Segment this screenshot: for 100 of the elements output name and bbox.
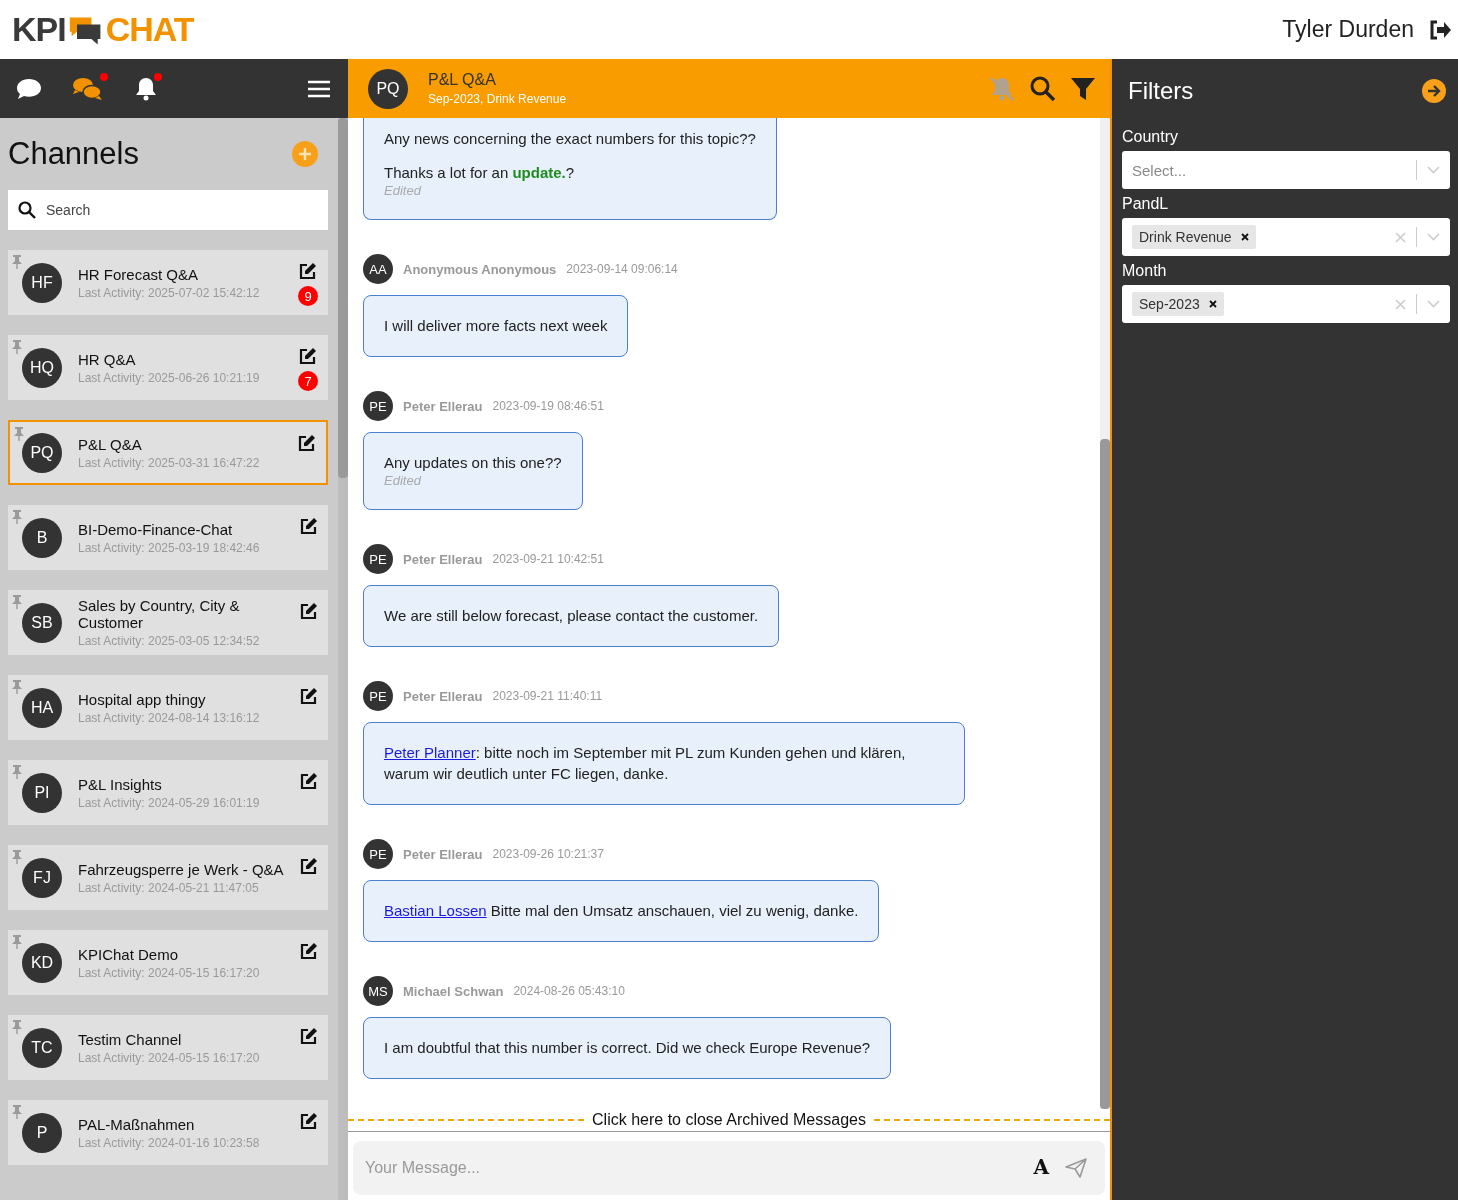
channel-item[interactable]: FJ Fahrzeugsperre je Werk - Q&A Last Activity: 2024-05-21 11:47:05 xyxy=(8,845,328,910)
remove-icon[interactable] xyxy=(1240,233,1249,241)
chevron-down-icon[interactable] xyxy=(1427,300,1440,308)
filter-select[interactable]: Sep-2023 xyxy=(1122,285,1450,323)
channel-item[interactable]: TC Testim Channel Last Activity: 2024-05-15 16:17:20 xyxy=(8,1015,328,1080)
author-avatar: PE xyxy=(363,391,393,421)
pin-icon[interactable] xyxy=(11,1104,23,1120)
filter-icon[interactable] xyxy=(1070,76,1096,101)
message-text: I am doubtful that this number is correct. Did we check Europe Revenue? xyxy=(384,1038,871,1058)
text-format-button[interactable]: A xyxy=(1033,1155,1049,1179)
search-field[interactable]: Search xyxy=(8,190,328,230)
pin-icon[interactable] xyxy=(11,764,23,780)
kpichat-logo: KPI CHAT xyxy=(12,10,194,49)
filter-label: Country xyxy=(1122,128,1180,146)
edit-icon[interactable] xyxy=(298,434,316,452)
arrow-right-icon[interactable] xyxy=(1422,78,1446,103)
filter-label: PandL xyxy=(1122,195,1170,213)
message-text: We are still below forecast, please contact the customer. xyxy=(384,606,759,626)
scrollbar-thumb[interactable] xyxy=(338,118,348,478)
author-name: Peter Ellerau xyxy=(403,551,483,567)
channel-avatar: HF xyxy=(22,262,62,303)
pin-icon[interactable] xyxy=(11,339,23,355)
pin-icon[interactable] xyxy=(11,594,23,610)
clear-icon[interactable] xyxy=(1395,298,1406,310)
last-activity: Last Activity: 2025-03-05 12:34:52 xyxy=(78,634,261,648)
message-time: 2023-09-21 11:40:11 xyxy=(492,689,603,703)
close-archived-link[interactable]: Click here to close Archived Messages xyxy=(592,1111,866,1129)
message-text: Any news concerning the exact numbers for this topic?? xyxy=(384,129,756,149)
channel-avatar: PI xyxy=(22,772,62,813)
last-activity: Last Activity: 2024-05-29 16:01:19 xyxy=(78,795,261,810)
author-avatar: PE xyxy=(363,544,393,574)
chevron-down-icon[interactable] xyxy=(1427,233,1440,241)
author-name: Michael Schwan xyxy=(403,983,504,999)
channel-item[interactable]: KD KPIChat Demo Last Activity: 2024-05-15 16:17:20 xyxy=(8,930,328,995)
edit-icon[interactable] xyxy=(300,687,318,705)
add-channel-icon[interactable] xyxy=(292,141,318,167)
filter-select[interactable]: Drink Revenue xyxy=(1122,218,1450,256)
message-time: 2023-09-14 09:06:14 xyxy=(566,262,678,276)
search-icon[interactable] xyxy=(1030,75,1056,102)
edit-icon[interactable] xyxy=(300,1112,318,1130)
author-name: Peter Ellerau xyxy=(403,688,483,704)
pin-icon[interactable] xyxy=(11,679,23,695)
remove-icon[interactable] xyxy=(1208,300,1217,308)
channel-avatar: HA xyxy=(22,687,62,728)
channel-name: KPIChat Demo xyxy=(78,945,180,963)
send-icon[interactable] xyxy=(1065,1158,1087,1178)
mention-link[interactable]: Peter Planner xyxy=(384,744,476,761)
pin-icon[interactable] xyxy=(11,849,23,865)
author-avatar: PE xyxy=(363,681,393,711)
channel-item[interactable]: P PAL-Maßnahmen Last Activity: 2024-01-16 10:23:58 xyxy=(8,1100,328,1165)
clear-icon[interactable] xyxy=(1395,231,1406,243)
scrollbar[interactable] xyxy=(338,118,348,1200)
channel-item[interactable]: PI P&L Insights Last Activity: 2024-05-29 16:01:19 xyxy=(8,760,328,825)
channel-name: Testim Channel xyxy=(78,1030,183,1048)
message-time: 2023-09-19 08:46:51 xyxy=(492,399,604,413)
edited-label: Edited xyxy=(384,473,423,489)
pin-icon[interactable] xyxy=(13,426,25,442)
message-text: Any updates on this one?? xyxy=(384,453,562,473)
edit-icon[interactable] xyxy=(300,517,318,535)
author-avatar: PE xyxy=(363,839,393,869)
edit-icon[interactable] xyxy=(300,602,318,620)
chat-subtitle: Sep-2023, Drink Revenue xyxy=(428,92,568,106)
channel-item[interactable]: PQ P&L Q&A Last Activity: 2025-03-31 16:47:22 xyxy=(8,420,328,485)
channel-avatar: TC xyxy=(22,1027,62,1068)
last-activity: Last Activity: 2024-05-15 16:17:20 xyxy=(78,965,261,980)
channel-item[interactable]: B BI-Demo-Finance-Chat Last Activity: 2025-03-19 18:42:46 xyxy=(8,505,328,570)
channels-heading: Channels xyxy=(8,136,139,172)
edit-icon[interactable] xyxy=(300,772,318,790)
scrollbar-thumb[interactable] xyxy=(1100,439,1110,1109)
edit-icon[interactable] xyxy=(300,857,318,875)
channel-avatar: SB xyxy=(22,602,62,643)
edit-icon[interactable] xyxy=(300,1027,318,1045)
edit-icon[interactable] xyxy=(300,942,318,960)
channel-name: Hospital app thingy xyxy=(78,690,207,708)
edit-icon[interactable] xyxy=(299,347,317,365)
pin-icon[interactable] xyxy=(11,509,23,525)
pin-icon[interactable] xyxy=(11,934,23,950)
message-text: Bastian Lossen Bitte mal den Umsatz anschauen, viel zu wenig, danke. xyxy=(384,901,859,921)
logout-icon[interactable] xyxy=(1428,18,1452,41)
filter-select[interactable]: Select... xyxy=(1122,151,1450,189)
channel-item[interactable]: SB Sales by Country, City & Customer Last Activity: 2025-03-05 12:34:52 xyxy=(8,590,328,655)
unread-count: 7 xyxy=(298,371,318,391)
pin-icon[interactable] xyxy=(11,1019,23,1035)
edit-icon[interactable] xyxy=(299,262,317,280)
chip-label: Sep-2023 xyxy=(1139,296,1200,312)
chevron-down-icon[interactable] xyxy=(1427,166,1440,174)
channel-item[interactable]: HF HR Forecast Q&A Last Activity: 2025-07-02 15:42:12 9 xyxy=(8,250,328,315)
menu-icon[interactable] xyxy=(308,79,330,98)
mention-link[interactable]: Bastian Lossen xyxy=(384,902,487,919)
edited-label: Edited xyxy=(384,183,423,199)
channel-avatar: PQ xyxy=(22,432,62,473)
select-placeholder: Select... xyxy=(1132,161,1187,179)
channel-item[interactable]: HQ HR Q&A Last Activity: 2025-06-26 10:21:19 7 xyxy=(8,335,328,400)
message-text: Peter Planner: bitte noch im September mit PL zum Kunden gehen und klären, warum wir deutlich unter FC liegen, danke. xyxy=(384,743,907,784)
chat-nav-icon[interactable] xyxy=(16,77,42,100)
scrollbar[interactable] xyxy=(1100,118,1110,1109)
pin-icon[interactable] xyxy=(11,254,23,270)
author-avatar: AA xyxy=(363,254,393,284)
channel-item[interactable]: HA Hospital app thingy Last Activity: 2024-08-14 13:16:12 xyxy=(8,675,328,740)
unread-count: 9 xyxy=(298,286,318,306)
